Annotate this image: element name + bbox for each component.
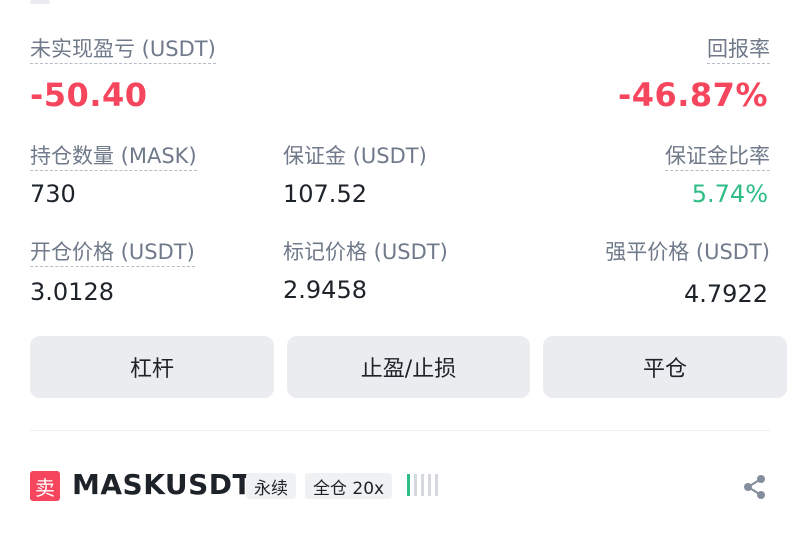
section-divider xyxy=(30,430,770,431)
risk-bar xyxy=(435,474,438,496)
mark-price-value: 2.9458 xyxy=(283,276,367,304)
risk-level-icon xyxy=(407,474,438,496)
sell-side-badge: 卖 xyxy=(30,471,60,501)
position-size-value: 730 xyxy=(30,180,76,208)
leverage-button[interactable]: 杠杆 xyxy=(30,336,274,398)
liq-price-label: 强平价格 (USDT) xyxy=(605,236,770,266)
entry-price-value: 3.0128 xyxy=(30,278,114,306)
unrealized-pnl-label-text: 未实现盈亏 (USDT) xyxy=(30,37,216,64)
risk-bar xyxy=(407,474,410,496)
position-symbol[interactable]: MASKUSDT xyxy=(72,468,252,501)
margin-label-text: 保证金 (USDT) xyxy=(283,144,427,168)
margin-mode-tag: 全仓 20x xyxy=(305,473,393,499)
liq-price-value: 4.7922 xyxy=(684,280,768,308)
margin-value: 107.52 xyxy=(283,180,367,208)
risk-bar xyxy=(414,474,417,496)
mark-price-label: 标记价格 (USDT) xyxy=(283,236,448,266)
entry-price-label[interactable]: 开仓价格 (USDT) xyxy=(30,236,195,267)
unrealized-pnl-value: -50.40 xyxy=(30,76,148,114)
margin-ratio-label[interactable]: 保证金比率 xyxy=(665,140,770,171)
position-size-label-text: 持仓数量 (MASK) xyxy=(30,144,197,171)
roe-label-text: 回报率 xyxy=(707,37,770,64)
roe-value: -46.87% xyxy=(617,76,768,114)
mark-price-label-text: 标记价格 (USDT) xyxy=(283,240,448,264)
tpsl-button[interactable]: 止盈/止损 xyxy=(287,336,530,398)
position-size-label[interactable]: 持仓数量 (MASK) xyxy=(30,140,197,171)
risk-bar xyxy=(428,474,431,496)
liq-price-label-text: 强平价格 (USDT) xyxy=(605,240,770,264)
contract-type-tag: 永续 xyxy=(246,473,296,499)
margin-ratio-value: 5.74% xyxy=(691,180,768,208)
entry-price-label-text: 开仓价格 (USDT) xyxy=(30,240,195,267)
close-position-button[interactable]: 平仓 xyxy=(543,336,787,398)
top-edge-remnant xyxy=(30,0,50,4)
margin-ratio-label-text: 保证金比率 xyxy=(665,144,770,171)
risk-bar xyxy=(421,474,424,496)
roe-label[interactable]: 回报率 xyxy=(707,33,770,64)
share-icon[interactable] xyxy=(742,474,768,500)
unrealized-pnl-label[interactable]: 未实现盈亏 (USDT) xyxy=(30,33,216,64)
margin-label: 保证金 (USDT) xyxy=(283,140,427,170)
